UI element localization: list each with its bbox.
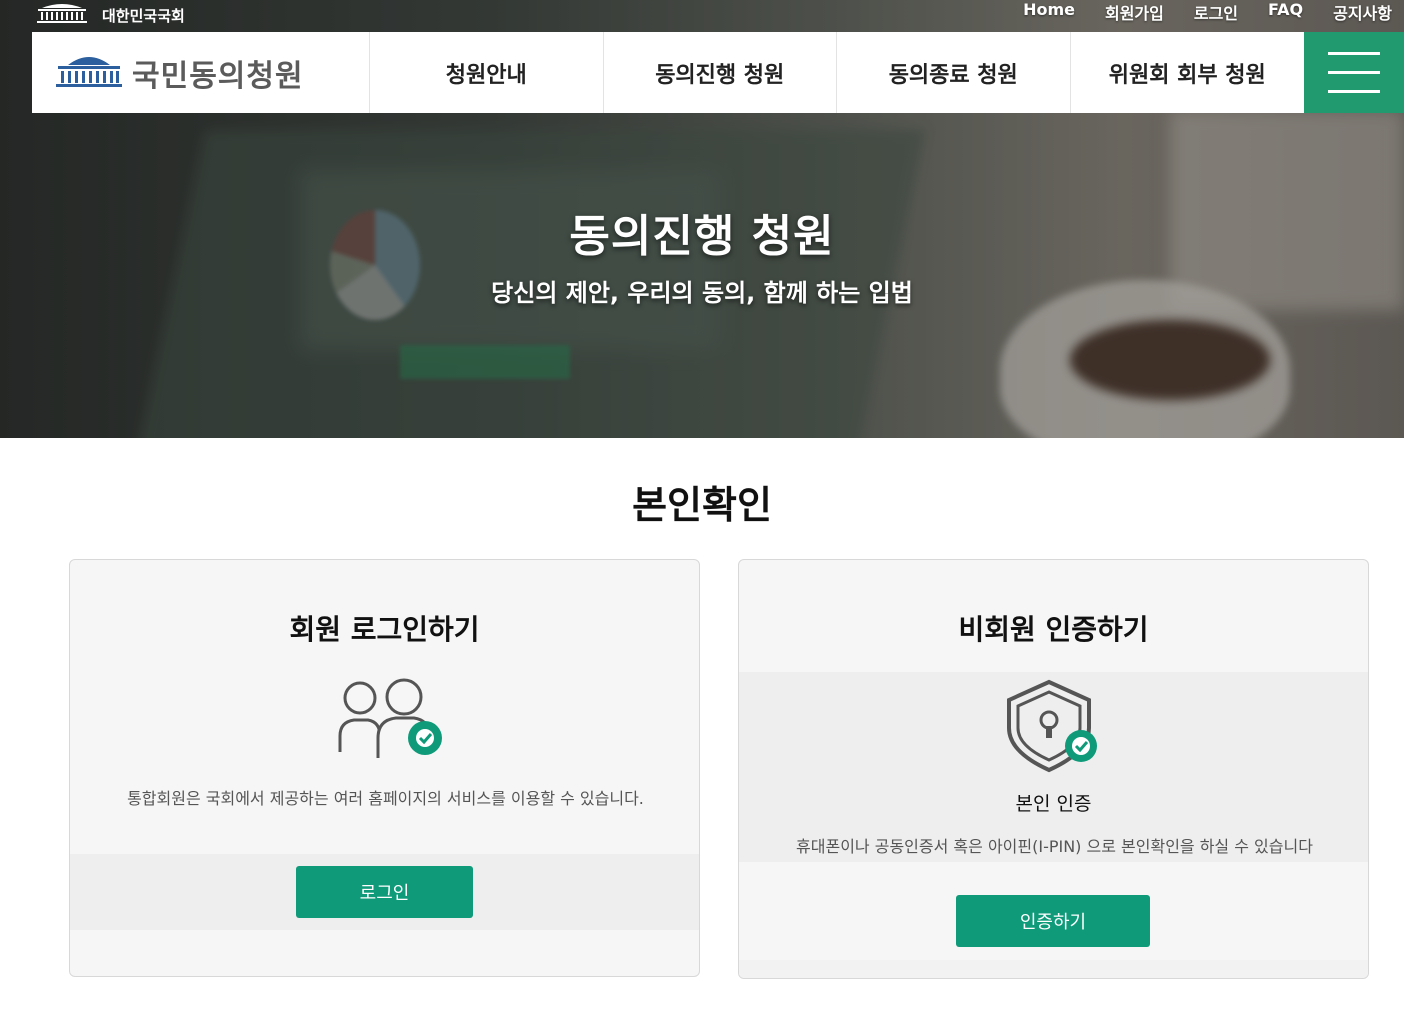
hamburger-menu-button[interactable] [1304, 32, 1404, 113]
cert-label: 본인 인증 [1015, 793, 1092, 815]
assembly-building-icon [36, 2, 88, 28]
utility-links: Home 회원가입 로그인 FAQ 공지사항 [1023, 0, 1392, 23]
util-link-faq[interactable]: FAQ [1268, 0, 1303, 22]
guest-card-title: 비회원 인증하기 [958, 613, 1149, 646]
nav-item-petition-guide[interactable]: 청원안내 [370, 32, 604, 113]
nav-item-closed-petitions[interactable]: 동의종료 청원 [837, 32, 1071, 113]
main-nav: 국민동의청원 청원안내 동의진행 청원 동의종료 청원 위원회 회부 청원 [32, 32, 1404, 113]
util-link-login[interactable]: 로그인 [1194, 0, 1238, 23]
hero-title: 동의진행 청원 [569, 211, 835, 262]
shield-lock-check-icon [1007, 678, 1103, 778]
login-button[interactable]: 로그인 [296, 866, 473, 918]
verify-button[interactable]: 인증하기 [956, 895, 1150, 947]
util-link-notice[interactable]: 공지사항 [1333, 0, 1392, 23]
hamburger-line [1328, 90, 1380, 93]
nav-menu: 청원안내 동의진행 청원 동의종료 청원 위원회 회부 청원 [370, 32, 1304, 113]
member-card-title: 회원 로그인하기 [289, 613, 480, 646]
logo-text: 국민동의청원 [132, 58, 304, 94]
member-card-description: 통합회원은 국회에서 제공하는 여러 홈페이지의 서비스를 이용할 수 있습니다… [127, 789, 644, 808]
hamburger-line [1328, 71, 1380, 74]
nav-item-ongoing-petitions[interactable]: 동의진행 청원 [604, 32, 837, 113]
users-check-icon [336, 678, 446, 768]
nav-item-committee-petitions[interactable]: 위원회 회부 청원 [1071, 32, 1305, 113]
assembly-name: 대한민국국회 [102, 6, 185, 25]
section-title: 본인확인 [632, 483, 772, 527]
guest-card-description: 휴대폰이나 공동인증서 혹은 아이핀(I-PIN) 으로 본인확인을 하실 수 … [796, 837, 1313, 856]
util-link-home[interactable]: Home [1023, 0, 1075, 22]
assembly-logo-icon [54, 51, 124, 95]
hamburger-line [1328, 52, 1380, 55]
site-logo[interactable]: 국민동의청원 [32, 32, 370, 113]
util-link-signup[interactable]: 회원가입 [1105, 0, 1164, 23]
assembly-link[interactable]: 대한민국국회 [36, 2, 185, 28]
guest-bottom-band [739, 960, 1368, 978]
hero-subtitle: 당신의 제안, 우리의 동의, 함께 하는 입법 [491, 279, 913, 307]
guest-verify-card: 비회원 인증하기 본인 인증 휴대폰이나 공동인증서 혹은 아이핀(I-PIN)… [738, 559, 1369, 979]
member-login-card: 회원 로그인하기 통합회원은 국회에서 제공하는 여러 홈페이지의 서비스를 이… [69, 559, 700, 977]
